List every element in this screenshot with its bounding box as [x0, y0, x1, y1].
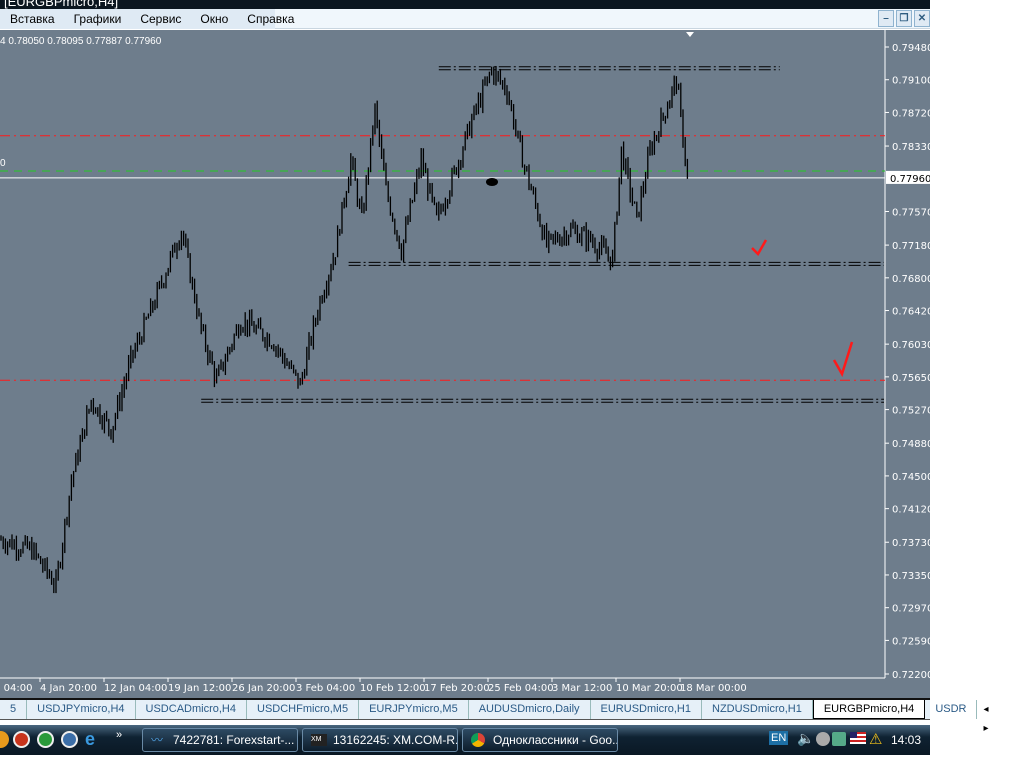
utorrent-icon[interactable]: [37, 731, 54, 748]
chart-tabs: 5 USDJPYmicro,H4 USDCADmicro,H4 USDCHFmicro…: [0, 698, 989, 734]
price-tick-label: 0.74500: [892, 472, 930, 483]
flag-icon[interactable]: [850, 732, 866, 744]
menu-bar: Вставка Графики Сервис Окно Справка – ❐ …: [0, 9, 930, 29]
window-label: Одноклассники - Goo...: [493, 733, 618, 747]
taskbar-window-chrome[interactable]: Одноклассники - Goo...: [462, 728, 618, 752]
close-button[interactable]: ✕: [914, 10, 930, 27]
tray-icon[interactable]: [816, 732, 830, 746]
warning-icon[interactable]: ⚠: [869, 730, 882, 748]
chart-tab[interactable]: USDCHFmicro,M5: [247, 700, 360, 719]
chart-tab[interactable]: USDCADmicro,H4: [136, 700, 247, 719]
more-button[interactable]: »: [116, 729, 122, 741]
price-tick-label: 0.73730: [892, 538, 930, 549]
time-tick-label: 26 Jan 20:00: [232, 683, 295, 694]
ohlc-readout: 4 0.78050 0.78095 0.77887 0.77960: [0, 36, 162, 47]
chart-tab[interactable]: EURUSDmicro,H1: [591, 700, 702, 719]
price-tick-label: 0.77570: [892, 208, 930, 219]
minimize-button[interactable]: –: [878, 10, 894, 27]
price-tick-label: 0.72200: [892, 670, 930, 681]
red-check-mark: [832, 341, 854, 378]
title-bar: [EURGBPmicro,H4]: [0, 0, 930, 9]
left-price-marker: 0: [0, 158, 6, 169]
menu-window[interactable]: Окно: [190, 9, 237, 29]
volume-icon[interactable]: 🔈: [797, 730, 814, 747]
chart-tab[interactable]: AUDUSDmicro,Daily: [469, 700, 591, 719]
price-tick-label: 0.76420: [892, 307, 930, 318]
price-tick-label: 0.75270: [892, 406, 930, 417]
price-tick-label: 0.79100: [892, 76, 930, 87]
menu-charts[interactable]: Графики: [64, 9, 131, 29]
time-tick-label: 4 Jan 20:00: [40, 683, 97, 694]
browser-icon[interactable]: [13, 731, 30, 748]
price-tick-label: 0.74880: [892, 439, 930, 450]
app-tu-icon[interactable]: [61, 731, 78, 748]
price-tick-label: 0.78720: [892, 108, 930, 119]
chart-canvas[interactable]: 0.79480 0.79100 0.78720 0.78330 0.77570 0.771…: [0, 30, 930, 698]
clock: 14:03: [891, 733, 922, 747]
restore-button[interactable]: ❐: [896, 10, 912, 27]
tab-scroll-arrows[interactable]: ◂ ▸: [977, 700, 994, 734]
window-label: 7422781: Forexstart-...: [173, 733, 295, 747]
time-tick-label: 25 Feb 04:00: [488, 683, 554, 694]
time-tick-label: 18 Mar 00:00: [680, 683, 747, 694]
chart-tab[interactable]: EURJPYmicro,M5: [359, 700, 469, 719]
time-tick-label: 19 Jan 12:00: [168, 683, 231, 694]
menu-insert[interactable]: Вставка: [0, 9, 64, 29]
price-chart[interactable]: 0.79480 0.79100 0.78720 0.78330 0.77570 0.771…: [0, 30, 930, 698]
current-price-label: 0.77960: [890, 174, 930, 185]
time-tick-label: c 04:00: [0, 683, 33, 694]
marker-dot: [486, 178, 498, 186]
chart-tab[interactable]: 5: [0, 700, 28, 719]
price-tick-label: 0.72590: [892, 636, 930, 647]
price-tick-label: 0.72970: [892, 604, 930, 615]
chart-tab[interactable]: USDR: [925, 700, 978, 719]
time-tick-label: 10 Mar 20:00: [616, 683, 683, 694]
time-tick-label: 10 Feb 12:00: [360, 683, 426, 694]
taskbar-window-xm[interactable]: XM 13162245: XM.COM-R...: [302, 728, 458, 752]
chart-tab[interactable]: EURGBPmicro,H4: [812, 700, 926, 719]
price-tick-label: 0.75650: [892, 373, 930, 384]
time-tick-label: 3 Feb 04:00: [296, 683, 355, 694]
network-icon[interactable]: [832, 732, 846, 746]
price-tick-label: 0.76030: [892, 340, 930, 351]
language-indicator[interactable]: EN: [769, 731, 789, 745]
menu-tools[interactable]: Сервис: [130, 9, 190, 29]
price-tick-label: 0.76800: [892, 274, 930, 285]
price-tick-label: 0.77180: [892, 241, 930, 252]
price-tick-label: 0.78330: [892, 142, 930, 153]
menu-help[interactable]: Справка: [237, 9, 303, 29]
window-label: 13162245: XM.COM-R...: [333, 733, 458, 747]
chart-shift-marker: [686, 32, 694, 37]
time-tick-label: 12 Jan 04:00: [104, 683, 167, 694]
time-tick-label: 17 Feb 20:00: [424, 683, 490, 694]
taskbar-window-forexstart[interactable]: 〰 7422781: Forexstart-...: [142, 728, 298, 752]
time-tick-label: 3 Mar 12:00: [552, 683, 612, 694]
app-icon[interactable]: [0, 731, 9, 748]
chart-tab[interactable]: NZDUSDmicro,H1: [702, 700, 813, 719]
internet-explorer-icon[interactable]: e: [85, 730, 102, 748]
price-tick-label: 0.79480: [892, 43, 930, 54]
red-check-mark: [751, 239, 768, 257]
taskbar: e » 〰 7422781: Forexstart-... XM 13162245:…: [0, 725, 930, 755]
price-tick-label: 0.73350: [892, 571, 930, 582]
window-title: [EURGBPmicro,H4]: [4, 0, 119, 9]
price-tick-label: 0.74120: [892, 505, 930, 516]
chart-tab[interactable]: USDJPYmicro,H4: [27, 700, 136, 719]
